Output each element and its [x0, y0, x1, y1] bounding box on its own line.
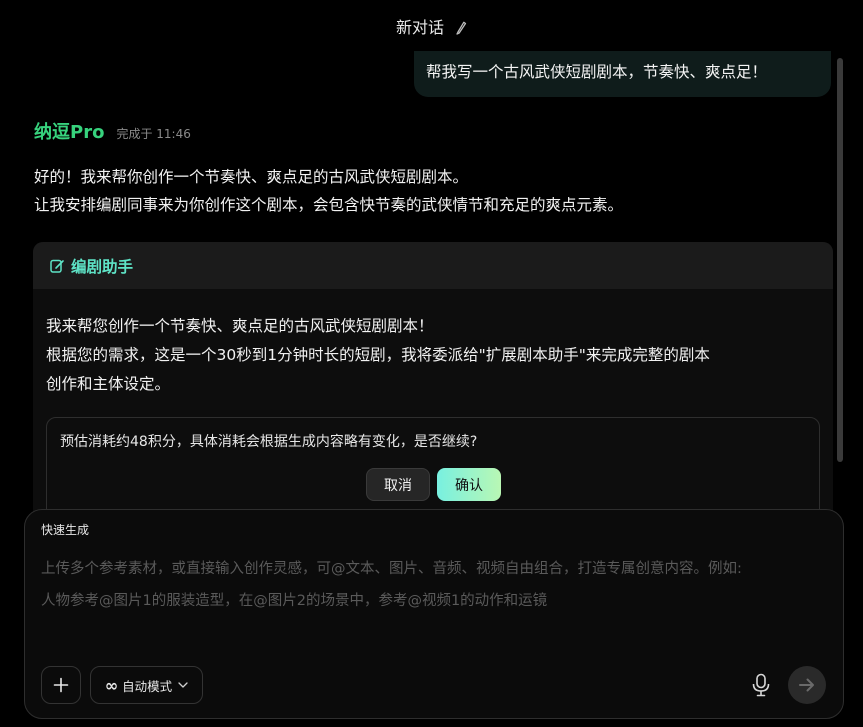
top-bar: 新对话 [0, 0, 863, 52]
chat-scrollbar-thumb[interactable] [837, 58, 843, 462]
conversation-title-text: 新对话 [395, 18, 444, 37]
arrow-right-icon [799, 678, 814, 692]
screenwriter-card: 编剧助手 我来帮您创作一个节奏快、爽点足的古风武侠短剧剧本！ 根据您的需求，这是… [33, 242, 833, 522]
card-title: 编剧助手 [71, 257, 134, 276]
bot-message-line: 让我安排编剧同事来为你创作这个剧本，会包含快节奏的武侠情节和充足的爽点元素。 [34, 196, 624, 214]
microphone-icon[interactable] [751, 673, 771, 697]
mode-label: 自动模式 [122, 678, 173, 694]
script-edit-icon [50, 259, 64, 273]
card-line: 创作和主体设定。 [46, 375, 171, 393]
conversation-title[interactable]: 新对话 [0, 14, 863, 39]
confirm-button[interactable]: 确认 [437, 468, 501, 501]
composer-input[interactable]: 上传多个参考素材，或直接输入创作灵感，可@文本、图片、音频、视频自由组合，打造专… [41, 553, 831, 617]
add-attachment-button[interactable] [41, 666, 81, 704]
cancel-button[interactable]: 取消 [366, 468, 430, 501]
card-body: 我来帮您创作一个节奏快、爽点足的古风武侠短剧剧本！ 根据您的需求，这是一个30秒… [46, 312, 826, 399]
mode-selector[interactable]: ∞ 自动模式 [90, 666, 203, 704]
chat-scrollbar[interactable] [837, 58, 843, 462]
plus-icon [53, 677, 69, 693]
confirm-dialog: 预估消耗约48积分，具体消耗会根据生成内容略有变化，是否继续? 取消 确认 [46, 417, 820, 522]
card-line: 根据您的需求，这是一个30秒到1分钟时长的短剧，我将委派给"扩展剧本助手"来完成… [46, 346, 710, 364]
bot-header: 纳逗Pro 完成于 11:46 [34, 118, 191, 144]
send-button[interactable] [788, 666, 826, 704]
user-message: 帮我写一个古风武侠短剧剧本，节奏快、爽点足！ [414, 51, 831, 97]
bot-message: 好的！我来帮你创作一个节奏快、爽点足的古风武侠短剧剧本。 让我安排编剧同事来为你… [34, 163, 834, 219]
bot-message-line: 好的！我来帮你创作一个节奏快、爽点足的古风武侠短剧剧本。 [34, 168, 469, 186]
placeholder-line: 人物参考@图片1的服装造型，在@图片2的场景中，参考@视频1的动作和运镜 [41, 593, 548, 609]
confirm-text: 预估消耗约48积分，具体消耗会根据生成内容略有变化，是否继续? [60, 434, 478, 450]
card-header: 编剧助手 [33, 242, 833, 289]
chevron-down-icon [178, 682, 188, 688]
placeholder-line: 上传多个参考素材，或直接输入创作灵感，可@文本、图片、音频、视频自由组合，打造专… [41, 561, 742, 577]
bot-status: 完成于 11:46 [116, 127, 191, 141]
bot-name: 纳逗Pro [34, 122, 105, 143]
infinity-icon: ∞ [104, 675, 119, 695]
edit-icon[interactable] [455, 19, 467, 39]
composer: 快速生成 上传多个参考素材，或直接输入创作灵感，可@文本、图片、音频、视频自由组… [24, 509, 844, 719]
card-line: 我来帮您创作一个节奏快、爽点足的古风武侠短剧剧本！ [46, 317, 434, 335]
composer-title: 快速生成 [41, 523, 90, 537]
